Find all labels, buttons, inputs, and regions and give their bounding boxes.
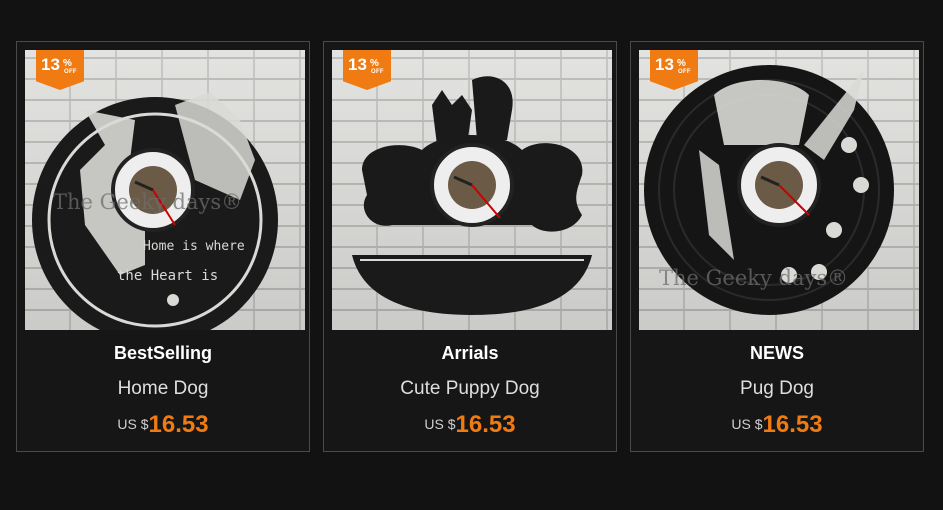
product-card-pug-dog[interactable]: The Geeky days® 13 % OFF NEWS Pug Dog US…: [630, 41, 924, 452]
price-amount: 16.53: [762, 411, 823, 438]
discount-value: 13: [348, 55, 367, 74]
price-currency: US $: [424, 416, 456, 432]
product-image[interactable]: The Geeky days® 13 % OFF: [639, 50, 919, 330]
clock-caption-line-1: Home is where: [143, 239, 245, 254]
product-image[interactable]: Home is where the Heart is The Geeky day…: [25, 50, 305, 330]
product-title[interactable]: Arrials: [324, 343, 616, 364]
discount-unit: %: [370, 58, 379, 69]
product-card-cute-puppy-dog[interactable]: 13 % OFF Arrials Cute Puppy Dog US $16.5…: [323, 41, 617, 452]
product-name[interactable]: Pug Dog: [631, 378, 923, 400]
watermark-text: The Geeky days®: [659, 266, 849, 290]
product-title[interactable]: BestSelling: [17, 343, 309, 364]
discount-value: 13: [41, 55, 60, 74]
product-card-home-dog[interactable]: Home is where the Heart is The Geeky day…: [16, 41, 310, 452]
discount-label: OFF: [371, 69, 384, 75]
product-price: US $16.53: [324, 411, 616, 439]
discount-unit: %: [677, 58, 686, 69]
product-title[interactable]: NEWS: [631, 343, 923, 364]
discount-unit: %: [63, 58, 72, 69]
product-name[interactable]: Home Dog: [17, 378, 309, 400]
discount-label: OFF: [64, 69, 77, 75]
price-amount: 16.53: [148, 411, 209, 438]
price-currency: US $: [117, 416, 149, 432]
watermark-text: The Geeky days®: [53, 190, 243, 214]
clock-caption-line-2: the Heart is: [117, 268, 218, 284]
price-currency: US $: [731, 416, 763, 432]
price-amount: 16.53: [455, 411, 516, 438]
discount-label: OFF: [678, 69, 691, 75]
product-price: US $16.53: [17, 411, 309, 439]
product-grid: Home is where the Heart is The Geeky day…: [0, 0, 943, 510]
product-price: US $16.53: [631, 411, 923, 439]
product-name[interactable]: Cute Puppy Dog: [324, 378, 616, 400]
puppy-bowl-clock-icon: [352, 76, 592, 315]
discount-value: 13: [655, 55, 674, 74]
product-image[interactable]: 13 % OFF: [332, 50, 612, 330]
